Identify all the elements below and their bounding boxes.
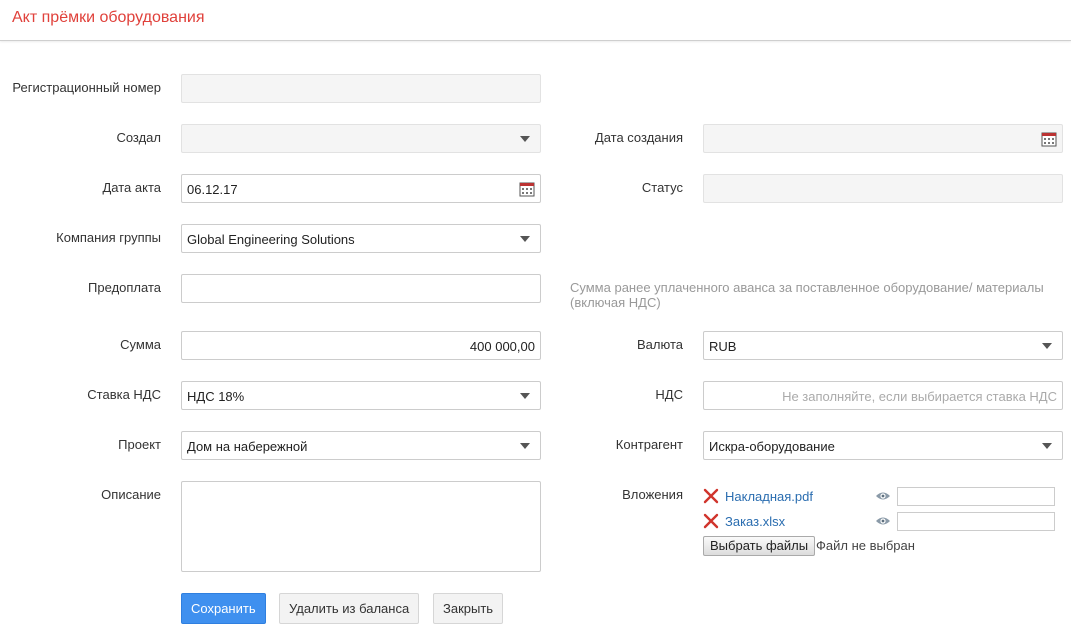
act-date-label: Дата акта <box>102 180 162 195</box>
page-header: Акт прёмки оборудования <box>0 0 1071 41</box>
created-by-label: Создал <box>116 130 161 145</box>
vat-placeholder: Не заполняйте, если выбирается ставка НД… <box>782 389 1057 404</box>
amount-label: Сумма <box>120 337 161 352</box>
chevron-down-icon <box>1042 443 1052 449</box>
eye-icon[interactable] <box>875 515 891 527</box>
vat-rate-label: Ставка НДС <box>87 387 161 402</box>
amount-input[interactable]: 400 000,00 <box>181 331 541 360</box>
counterparty-label: Контрагент <box>615 437 683 452</box>
prepayment-label: Предоплата <box>88 280 161 295</box>
eye-icon[interactable] <box>875 490 891 502</box>
act-date-input[interactable]: 06.12.17 <box>181 174 541 203</box>
attachment-link[interactable]: Накладная.pdf <box>725 489 813 504</box>
remove-attachment-icon[interactable] <box>703 513 719 529</box>
project-label: Проект <box>118 437 161 452</box>
currency-select[interactable]: RUB <box>703 331 1063 360</box>
vat-input[interactable]: Не заполняйте, если выбирается ставка НД… <box>703 381 1063 410</box>
company-select[interactable]: Global Engineering Solutions <box>181 224 541 253</box>
created-by-select <box>181 124 541 153</box>
counterparty-select[interactable]: Искра-оборудование <box>703 431 1063 460</box>
reg-number-field <box>181 74 541 103</box>
attachment-link[interactable]: Заказ.xlsx <box>725 514 785 529</box>
currency-label: Валюта <box>637 337 683 352</box>
attachment-comment-input[interactable] <box>897 487 1055 506</box>
save-button[interactable]: Сохранить <box>181 593 266 624</box>
remove-attachment-icon[interactable] <box>703 488 719 504</box>
chevron-down-icon <box>520 236 530 242</box>
close-button[interactable]: Закрыть <box>433 593 504 624</box>
prepayment-hint: Сумма ранее уплаченного аванса за постав… <box>570 280 1044 310</box>
attachments-label: Вложения <box>622 487 683 502</box>
description-textarea[interactable] <box>181 481 541 572</box>
attachment-comment-input[interactable] <box>897 512 1055 531</box>
company-label: Компания группы <box>56 230 161 245</box>
vat-label: НДС <box>655 387 683 402</box>
remove-from-balance-button[interactable]: Удалить из баланса <box>279 593 420 624</box>
prepayment-input[interactable] <box>181 274 541 303</box>
created-date-label: Дата создания <box>594 130 683 145</box>
choose-files-button[interactable]: Выбрать файлы <box>703 536 816 556</box>
status-field <box>703 174 1063 203</box>
chevron-down-icon <box>520 443 530 449</box>
page-title: Акт прёмки оборудования <box>12 9 205 26</box>
status-label: Статус <box>641 180 683 195</box>
chevron-down-icon <box>1042 343 1052 349</box>
vat-rate-select[interactable]: НДС 18% <box>181 381 541 410</box>
chevron-down-icon <box>520 393 530 399</box>
calendar-icon <box>1041 132 1057 147</box>
no-file-text: Файл не выбран <box>816 538 915 553</box>
calendar-icon[interactable] <box>519 181 535 197</box>
project-select[interactable]: Дом на набережной <box>181 431 541 460</box>
reg-number-label: Регистрационный номер <box>12 80 161 95</box>
created-date-field <box>703 124 1063 153</box>
description-label: Описание <box>101 487 161 502</box>
chevron-down-icon <box>520 136 530 142</box>
